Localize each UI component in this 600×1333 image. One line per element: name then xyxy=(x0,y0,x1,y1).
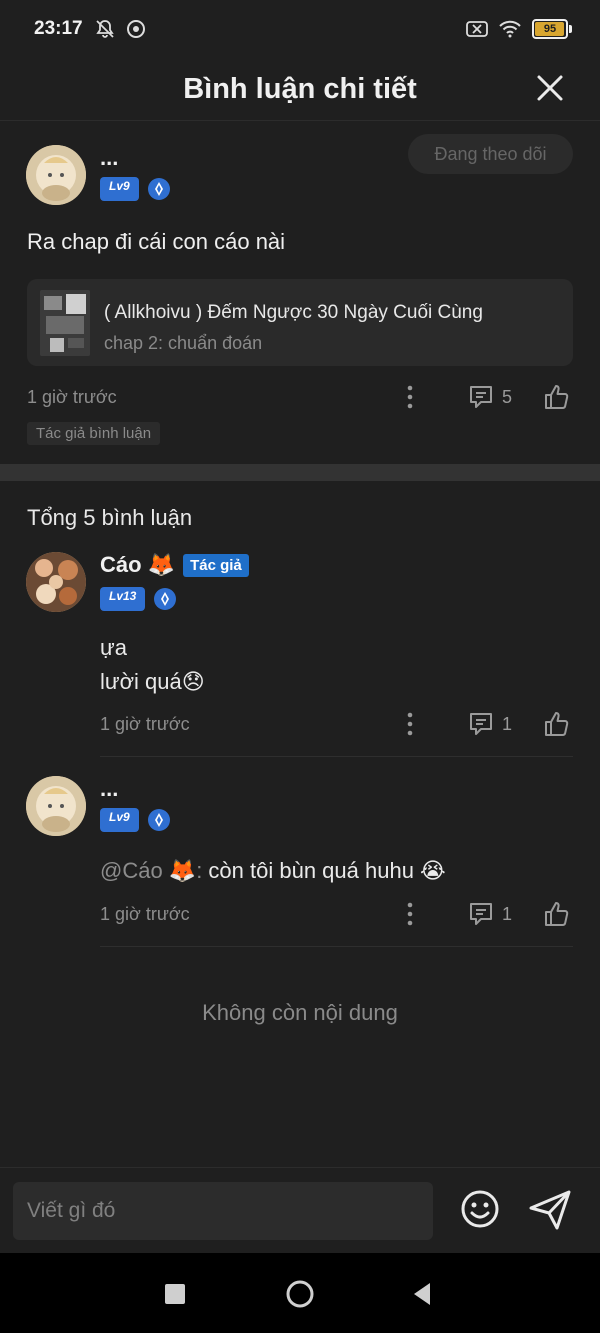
main-comment: ... Lv9 Đang theo dõi Ra chap đi cái con… xyxy=(0,121,600,464)
total-comments-label: Tổng 5 bình luận xyxy=(27,505,193,530)
comment-icon xyxy=(469,713,492,735)
timestamp: 1 giờ trước xyxy=(100,713,190,734)
username[interactable]: ... xyxy=(100,776,171,802)
section-divider xyxy=(0,464,600,481)
send-icon[interactable] xyxy=(527,1188,573,1232)
username[interactable]: ... xyxy=(100,145,171,171)
reply-count-button[interactable]: 1 xyxy=(468,901,512,927)
system-nav-bar xyxy=(0,1253,600,1333)
comment-text: Ra chap đi cái con cáo nài xyxy=(27,229,286,254)
mention-link[interactable]: @Cáo 🦊: xyxy=(100,858,202,883)
level-badge: Lv13 xyxy=(100,587,146,611)
following-button[interactable]: Đang theo dõi xyxy=(408,134,573,174)
chapter-title: ( Allkhoivu ) Đếm Ngược 30 Ngày Cuối Cùn… xyxy=(104,302,483,323)
comment-author: ... Lv9 xyxy=(26,145,171,205)
comment-author: ... Lv9 xyxy=(26,776,171,836)
author-tag: Tác giả xyxy=(183,554,249,577)
close-icon[interactable] xyxy=(532,70,568,106)
reply-count-button[interactable]: 5 xyxy=(468,384,512,410)
reply-count: 5 xyxy=(501,386,512,407)
reply-count: 1 xyxy=(501,713,512,734)
avatar[interactable] xyxy=(26,552,86,612)
sim-x-icon xyxy=(466,21,488,37)
end-of-content-label: Không còn nội dung xyxy=(202,1000,398,1025)
wifi-icon xyxy=(499,20,521,38)
home-button-icon[interactable] xyxy=(285,1279,315,1309)
chapter-subtitle: chap 2: chuẩn đoán xyxy=(104,333,263,353)
timestamp: 1 giờ trước xyxy=(100,903,190,924)
like-icon[interactable] xyxy=(542,900,570,928)
reply-count-button[interactable]: 1 xyxy=(468,711,512,737)
timestamp: 1 giờ trước xyxy=(27,386,117,407)
chapter-card[interactable]: ( Allkhoivu ) Đếm Ngược 30 Ngày Cuối Cùn… xyxy=(27,279,573,366)
like-icon[interactable] xyxy=(542,710,570,738)
diamond-badge-icon xyxy=(154,588,177,610)
emoji-icon[interactable] xyxy=(459,1188,501,1230)
diamond-badge-icon xyxy=(147,178,170,200)
comment-icon xyxy=(469,386,492,408)
bell-off-icon xyxy=(95,20,114,38)
avatar[interactable] xyxy=(26,776,86,836)
comment-input[interactable] xyxy=(13,1182,433,1240)
comment-meta: 1 giờ trước 1 xyxy=(100,900,570,928)
comment-meta: 1 giờ trước 1 xyxy=(100,710,570,738)
like-icon[interactable] xyxy=(542,383,570,411)
clock: 23:17 xyxy=(34,18,83,39)
divider xyxy=(100,946,573,947)
level-badge: Lv9 xyxy=(100,177,139,201)
reply-text: ựa lười quá😞 xyxy=(100,635,205,694)
battery-indicator: 95 xyxy=(532,19,572,39)
comment-meta: 1 giờ trước 5 xyxy=(27,383,570,411)
more-icon[interactable] xyxy=(398,900,422,928)
chrome-icon xyxy=(126,20,145,38)
level-badge: Lv9 xyxy=(100,808,139,832)
comment-composer xyxy=(0,1167,600,1253)
comment-icon xyxy=(469,903,492,925)
chapter-thumbnail xyxy=(40,290,90,356)
username[interactable]: Cáo 🦊 xyxy=(100,552,175,577)
back-button-icon[interactable] xyxy=(410,1281,434,1307)
reply-text: @Cáo 🦊: còn tôi bùn quá huhu 😭 xyxy=(100,858,446,883)
comment-author: Cáo 🦊 Tác giả Lv13 xyxy=(26,552,249,612)
more-icon[interactable] xyxy=(398,383,422,411)
more-icon[interactable] xyxy=(398,710,422,738)
divider xyxy=(100,756,573,757)
page-title: Bình luận chi tiết xyxy=(183,72,417,105)
page-header: Bình luận chi tiết xyxy=(0,58,600,121)
recents-button[interactable] xyxy=(165,1284,185,1304)
diamond-badge-icon xyxy=(147,809,170,831)
reply-count: 1 xyxy=(501,903,512,924)
author-comment-tag: Tác giả bình luận xyxy=(27,422,161,445)
status-bar: 23:17 95 xyxy=(0,0,600,58)
avatar[interactable] xyxy=(26,145,86,205)
